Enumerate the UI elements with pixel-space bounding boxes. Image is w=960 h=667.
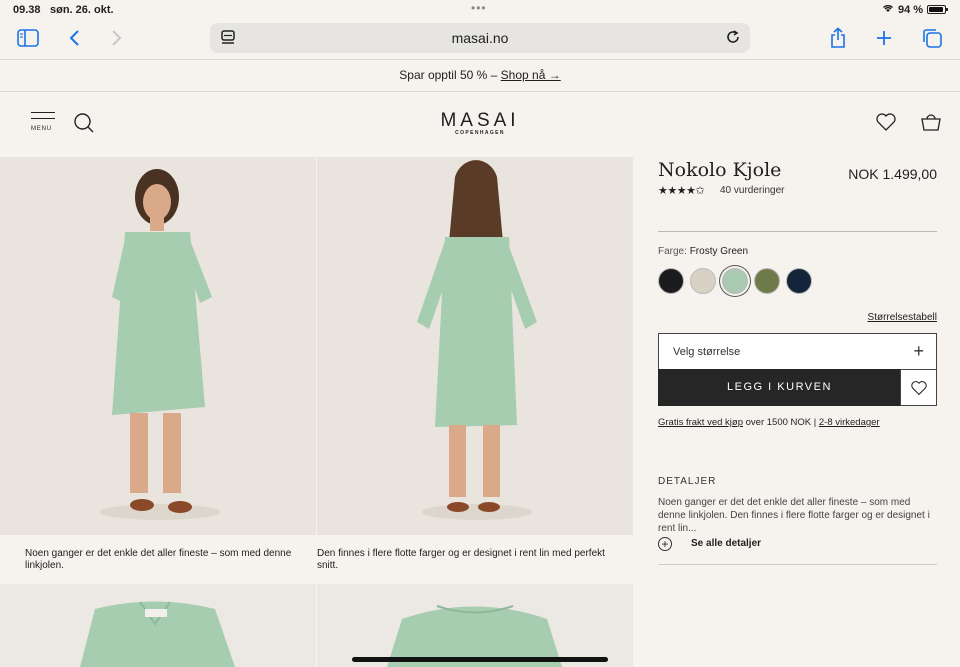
share-icon[interactable]: [824, 26, 852, 50]
see-all-details-button[interactable]: + Se alle detaljer: [658, 537, 937, 565]
forward-icon[interactable]: [103, 26, 131, 50]
sidebar-icon[interactable]: [14, 26, 42, 50]
free-shipping-link[interactable]: Gratis frakt ved kjøp: [658, 417, 743, 428]
wishlist-heart-icon[interactable]: [875, 111, 897, 133]
wifi-icon: [883, 5, 893, 12]
menu-button[interactable]: MENU: [31, 112, 55, 136]
product-price: NOK 1.499,00: [848, 166, 937, 182]
status-time: 09.38: [13, 4, 41, 16]
battery-icon: [927, 5, 948, 14]
address-bar[interactable]: masai.no: [210, 23, 750, 53]
add-to-cart-button[interactable]: LEGG I KURVEN: [658, 369, 901, 406]
gallery-caption-2: Den finnes i flere flotte farger og er d…: [317, 548, 605, 571]
shopping-bag-icon[interactable]: [920, 111, 942, 133]
logo-text: MASAI: [440, 110, 520, 131]
site-header: MENU MASAI COPENHAGEN: [0, 92, 960, 156]
review-count-link[interactable]: 40 vurderinger: [720, 185, 784, 196]
promo-banner: Spar opptil 50 % – Shop nå →: [0, 61, 960, 92]
browser-toolbar: masai.no: [0, 20, 960, 60]
color-value: Frosty Green: [689, 246, 749, 257]
plus-icon: +: [913, 341, 924, 361]
swatch-olive[interactable]: [754, 268, 780, 294]
status-date: søn. 26. okt.: [50, 4, 114, 16]
details-heading: DETALJER: [658, 476, 717, 487]
product-image-detail-front[interactable]: [0, 584, 316, 667]
masai-logo[interactable]: MASAI COPENHAGEN: [410, 110, 550, 136]
battery-percentage: 94 %: [898, 4, 924, 16]
size-guide-link[interactable]: Størrelsestabell: [868, 312, 937, 323]
hamburger-icon: [31, 112, 55, 113]
tabs-overview-icon[interactable]: [918, 26, 946, 50]
new-tab-icon[interactable]: [870, 26, 898, 50]
search-icon[interactable]: [73, 112, 95, 134]
color-label: Farge: Frosty Green: [658, 246, 748, 257]
hamburger-bar: [31, 118, 55, 119]
color-swatches: [658, 268, 818, 294]
add-to-wishlist-button[interactable]: [900, 369, 937, 406]
reload-icon[interactable]: [724, 28, 742, 46]
shipping-threshold: over 1500 NOK |: [743, 417, 819, 428]
back-icon[interactable]: [60, 26, 88, 50]
promo-shop-link[interactable]: Shop nå →: [501, 68, 561, 82]
swatch-frosty-green[interactable]: [722, 268, 748, 294]
color-label-prefix: Farge:: [658, 246, 687, 257]
expand-plus-icon: +: [658, 537, 672, 551]
delivery-time-link[interactable]: 2-8 virkedager: [819, 417, 880, 428]
swatch-sand[interactable]: [690, 268, 716, 294]
home-indicator[interactable]: [352, 657, 608, 662]
see-all-label: Se alle detaljer: [691, 538, 762, 549]
logo-subtext: COPENHAGEN: [455, 130, 505, 136]
gallery-caption-1: Noen ganger er det enkle det aller fines…: [25, 548, 292, 571]
rating-stars-icon[interactable]: ★★★★✩: [658, 184, 705, 197]
multitask-dots-icon[interactable]: •••: [471, 1, 487, 15]
product-image-back[interactable]: [317, 157, 633, 535]
product-title: Nokolo Kjole: [658, 159, 782, 181]
divider: [658, 231, 937, 232]
product-image-detail-back[interactable]: [317, 584, 633, 667]
shipping-info: Gratis frakt ved kjøp over 1500 NOK | 2-…: [658, 417, 880, 428]
menu-label: MENU: [31, 126, 52, 132]
heart-icon: [910, 380, 927, 395]
swatch-navy[interactable]: [786, 268, 812, 294]
swatch-black[interactable]: [658, 268, 684, 294]
size-select[interactable]: Velg størrelse +: [658, 333, 937, 370]
product-image-front[interactable]: [0, 157, 316, 535]
url-text: masai.no: [451, 30, 509, 46]
status-bar: 09.38 søn. 26. okt. ••• 94 %: [0, 0, 960, 20]
promo-text: Spar opptil 50 % –: [399, 68, 501, 82]
details-text: Noen ganger er det det enkle det aller f…: [658, 497, 930, 534]
size-select-placeholder: Velg størrelse: [673, 346, 741, 358]
